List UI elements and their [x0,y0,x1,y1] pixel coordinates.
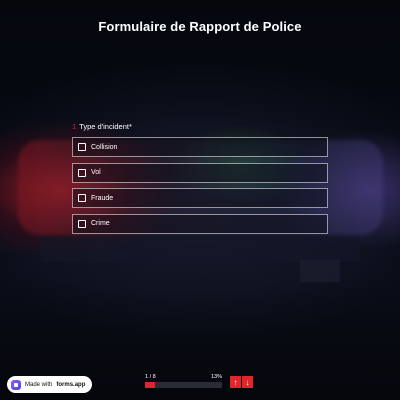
checkbox-icon[interactable] [78,168,86,177]
option-crime[interactable]: Crime [72,213,328,234]
forms-app-logo-icon [11,379,21,390]
checkbox-icon[interactable] [78,219,86,228]
arrow-up-icon: ↑ [233,377,238,387]
question-incident-type: 1 Type d'incident* Collision Vol Fraude … [72,122,328,239]
background-light-bar-foot [300,260,340,282]
question-label: 1 Type d'incident* [72,122,328,131]
required-marker: * [128,122,132,131]
question-number: 1 [72,122,77,131]
progress-percent: 13% [210,374,222,380]
checkbox-icon[interactable] [78,143,86,151]
background-light-bar-base [40,236,360,262]
checkbox-icon[interactable] [78,194,86,202]
forms-app-branding-badge[interactable]: Made with forms.app [7,376,93,393]
option-label: Collision [91,143,118,151]
branding-prefix: Made with [25,381,53,388]
option-label: Vol [91,169,101,176]
branding-name: forms.app [56,381,86,388]
form-title: Formulaire de Rapport de Police [98,19,302,34]
next-page-button[interactable]: ↓ [242,376,253,388]
option-label: Crime [91,220,110,227]
progress-page-count: 1 / 8 [145,374,156,380]
question-title: Type d'incident [79,122,129,131]
option-vol[interactable]: Vol [72,162,328,183]
question-text: Type d'incident* [79,122,132,131]
previous-page-button[interactable]: ↑ [230,376,241,388]
progress-labels: 1 / 8 13% [145,374,222,380]
form-page: Formulaire de Rapport de Police 1 Type d… [0,0,400,400]
progress-indicator: 1 / 8 13% [145,374,222,388]
progress-bar-fill [145,382,155,388]
arrow-down-icon: ↓ [245,377,250,387]
option-label: Fraude [91,194,114,202]
progress-bar-track [145,382,222,388]
page-navigation: ↑ ↓ [230,376,253,388]
option-collision[interactable]: Collision [72,137,328,157]
option-fraude[interactable]: Fraude [72,188,328,208]
